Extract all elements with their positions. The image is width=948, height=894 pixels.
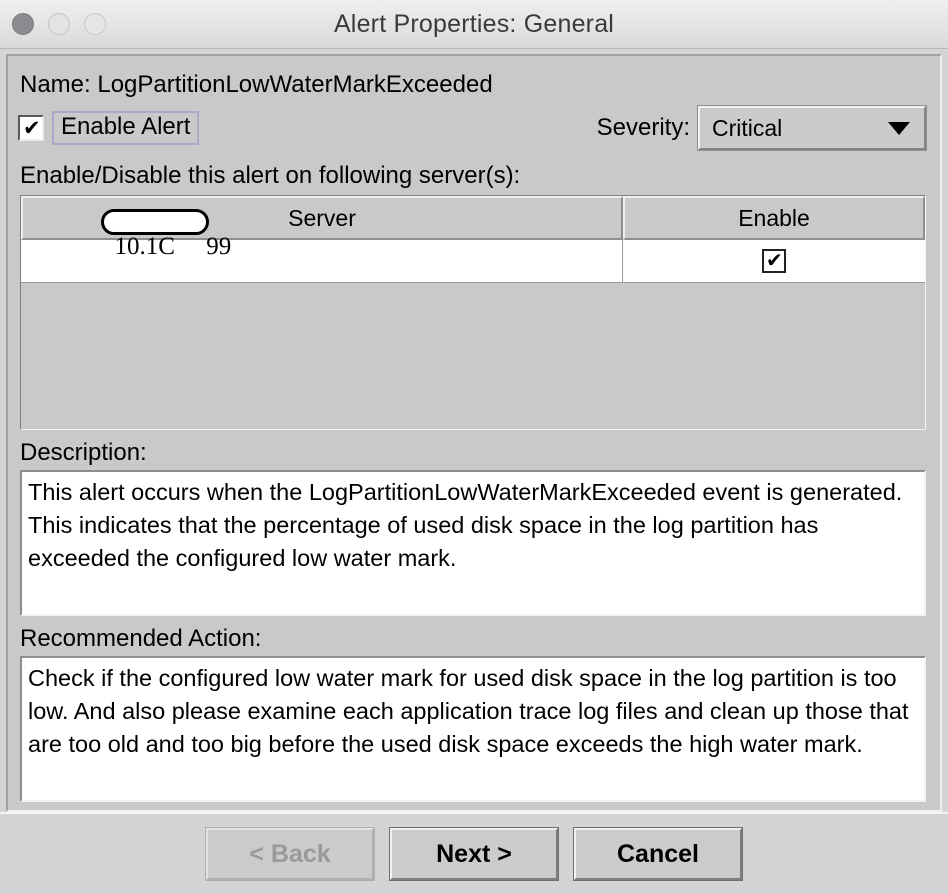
- description-label: Description:: [20, 439, 147, 466]
- server-address-masked: [175, 233, 206, 260]
- severity-control: Severity: Critical: [596, 105, 928, 151]
- alert-properties-window: Alert Properties: General Name: LogParti…: [0, 0, 948, 894]
- window-body: Name: LogPartitionLowWaterMarkExceeded ✔…: [0, 49, 948, 812]
- enable-alert-checkbox[interactable]: ✔: [18, 115, 44, 141]
- server-enable-checkbox[interactable]: ✔: [762, 249, 786, 273]
- severity-value: Critical: [712, 114, 783, 141]
- chevron-down-icon: [888, 121, 910, 135]
- window-controls: [0, 13, 106, 35]
- general-panel: Name: LogPartitionLowWaterMarkExceeded ✔…: [6, 54, 942, 812]
- close-icon[interactable]: [12, 13, 34, 35]
- servers-section-label: Enable/Disable this alert on following s…: [20, 162, 521, 189]
- severity-dropdown[interactable]: Critical: [697, 105, 927, 151]
- server-address-prefix: 10.1C: [114, 233, 175, 260]
- checkmark-icon: ✔: [23, 116, 41, 140]
- recommended-action-label: Recommended Action:: [20, 625, 262, 652]
- recommended-action-textbox[interactable]: Check if the configured low water mark f…: [20, 656, 926, 802]
- enable-alert-label: Enable Alert: [52, 111, 200, 145]
- server-address: 10.1C 99: [27, 205, 231, 317]
- cell-enable[interactable]: ✔: [623, 240, 925, 282]
- back-button[interactable]: < Back: [205, 827, 375, 881]
- dialog-button-bar: < Back Next > Cancel: [0, 812, 948, 894]
- cancel-button[interactable]: Cancel: [573, 827, 743, 881]
- checkmark-icon: ✔: [766, 248, 783, 272]
- servers-table: Server Enable 10.1C 99 ✔: [20, 195, 926, 430]
- severity-label: Severity:: [596, 114, 690, 141]
- redaction-box: [101, 209, 209, 235]
- window-title: Alert Properties: General: [333, 9, 615, 38]
- enable-severity-row: ✔ Enable Alert Severity: Critical: [18, 105, 928, 151]
- description-textbox[interactable]: This alert occurs when the LogPartitionL…: [20, 470, 926, 616]
- cell-server[interactable]: 10.1C 99: [21, 209, 623, 282]
- enable-alert-control[interactable]: ✔ Enable Alert: [18, 111, 200, 145]
- table-row[interactable]: 10.1C 99 ✔: [21, 209, 925, 283]
- column-header-enable[interactable]: Enable: [623, 196, 925, 240]
- minimize-icon[interactable]: [48, 13, 70, 35]
- maximize-icon[interactable]: [84, 13, 106, 35]
- next-button[interactable]: Next >: [389, 827, 559, 881]
- window-titlebar: Alert Properties: General: [0, 0, 948, 49]
- server-address-suffix: 99: [206, 233, 232, 260]
- alert-name-line: Name: LogPartitionLowWaterMarkExceeded: [20, 71, 493, 98]
